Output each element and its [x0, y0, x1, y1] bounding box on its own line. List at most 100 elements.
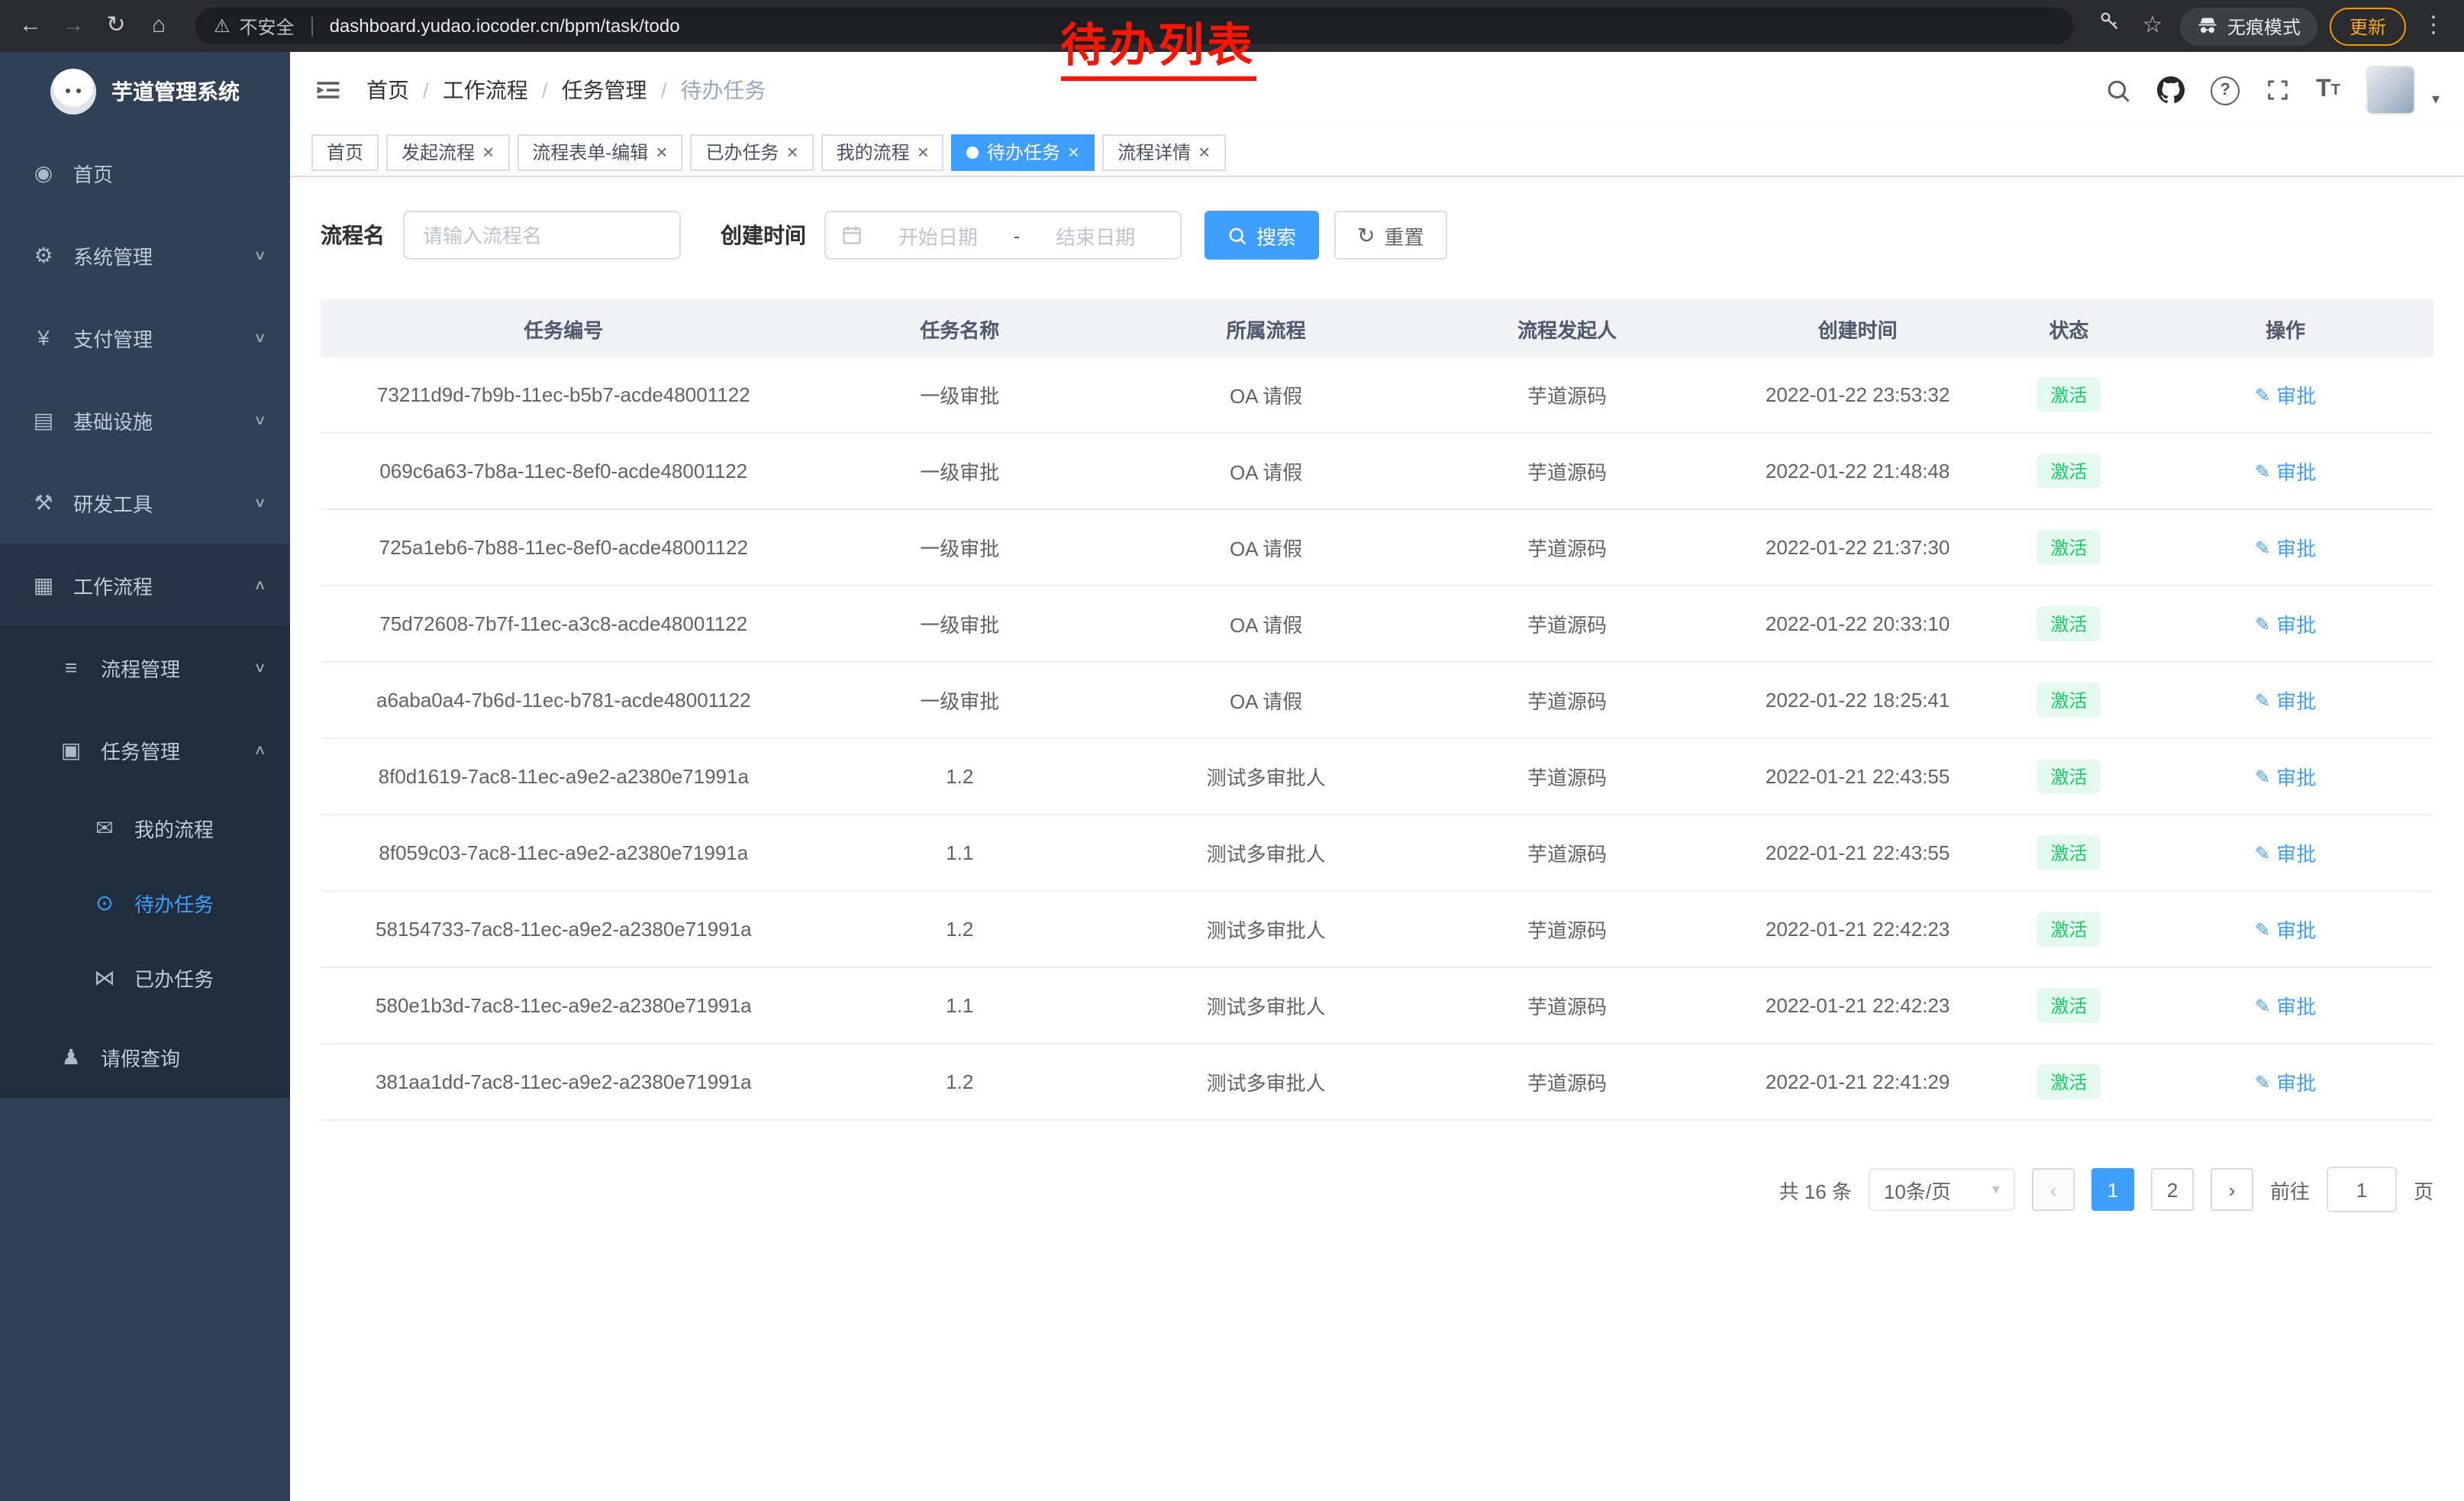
approve-link[interactable]: ✎ 审批: [2255, 915, 2316, 944]
action-cell: ✎ 审批: [2137, 891, 2433, 967]
status-badge: 激活: [2037, 1064, 2101, 1099]
action-cell: ✎ 审批: [2137, 1044, 2433, 1120]
page-2-button[interactable]: 2: [2151, 1168, 2194, 1211]
incognito-label: 无痕模式: [2227, 13, 2301, 39]
sidebar-item-workflow[interactable]: ▦ 工作流程 ∧: [0, 544, 290, 626]
close-icon[interactable]: ×: [786, 142, 798, 162]
close-icon[interactable]: ×: [918, 142, 929, 162]
page-1-button[interactable]: 1: [2091, 1168, 2134, 1211]
status-badge: 激活: [2037, 988, 2101, 1023]
end-date-placeholder[interactable]: 结束日期: [1026, 221, 1165, 250]
approve-link[interactable]: ✎ 审批: [2255, 380, 2316, 409]
sidebar-item-system-management[interactable]: ⚙ 系统管理 ∨: [0, 214, 290, 296]
divider: [311, 16, 313, 36]
approve-link[interactable]: ✎ 审批: [2255, 1067, 2316, 1096]
incognito-badge: 无痕模式: [2180, 7, 2317, 45]
close-icon[interactable]: ×: [1068, 142, 1079, 162]
sidebar-item-done-tasks[interactable]: ⋈ 已办任务: [0, 941, 290, 1015]
approve-link[interactable]: ✎ 审批: [2255, 457, 2316, 486]
status-badge: 激活: [2037, 454, 2101, 489]
process-cell: 测试多审批人: [1113, 815, 1419, 891]
key-icon[interactable]: [2095, 0, 2125, 52]
tab-start-process[interactable]: 发起流程 ×: [386, 134, 509, 170]
menu-dots-icon[interactable]: ⋮: [2418, 0, 2449, 52]
active-dot: [967, 146, 979, 158]
workflow-submenu: ≡ 流程管理 ∨ ▣ 任务管理 ∧ ✉ 我的流程 ⊙ 待办任务: [0, 626, 290, 1098]
github-icon[interactable]: [2157, 76, 2185, 104]
app-logo[interactable]: 芋道管理系统: [0, 52, 290, 131]
tab-home[interactable]: 首页: [311, 134, 379, 170]
caret-down-icon[interactable]: ▾: [2432, 92, 2440, 115]
task-id-cell: 8f0d1619-7ac8-11ec-a9e2-a2380e71991a: [321, 738, 807, 815]
reset-button[interactable]: ↻ 重置: [1334, 211, 1447, 260]
status-badge: 激活: [2037, 759, 2101, 794]
edit-icon: ✎: [2255, 1071, 2270, 1093]
date-range-picker[interactable]: 开始日期 - 结束日期: [824, 211, 1182, 260]
status-cell: 激活: [2000, 738, 2137, 815]
close-icon[interactable]: ×: [1198, 142, 1210, 162]
tab-done-tasks[interactable]: 已办任务 ×: [690, 134, 813, 170]
task-name-cell: 1.2: [807, 738, 1113, 815]
forward-icon[interactable]: →: [58, 0, 89, 52]
fullscreen-icon[interactable]: [2266, 78, 2290, 102]
annotation-overlay: 待办列表: [1060, 8, 1256, 81]
warning-icon: ⚠: [214, 15, 231, 37]
sidebar-item-home[interactable]: ◉ 首页: [0, 131, 290, 214]
help-icon[interactable]: ?: [2211, 76, 2240, 105]
next-page-button[interactable]: ›: [2211, 1168, 2253, 1211]
sidebar-item-process-management[interactable]: ≡ 流程管理 ∨: [0, 626, 290, 709]
incognito-icon: [2197, 15, 2218, 37]
search-icon[interactable]: [2105, 77, 2131, 103]
edit-icon: ✎: [2255, 689, 2270, 711]
close-icon[interactable]: ×: [482, 142, 494, 162]
back-icon[interactable]: ←: [15, 0, 46, 52]
breadcrumb-separator: /: [423, 78, 429, 102]
status-badge: 激活: [2037, 912, 2101, 947]
sidebar-item-payment-management[interactable]: ¥ 支付管理 ∨: [0, 296, 290, 379]
task-id-cell: 73211d9d-7b9b-11ec-b5b7-acde48001122: [321, 357, 807, 433]
prev-page-button[interactable]: ‹: [2032, 1168, 2075, 1211]
approve-link[interactable]: ✎ 审批: [2255, 609, 2316, 638]
sidebar-item-infrastructure[interactable]: ▤ 基础设施 ∨: [0, 379, 290, 461]
logo-avatar: [50, 69, 96, 115]
process-name-input[interactable]: [403, 211, 681, 260]
home-icon[interactable]: ⌂: [144, 0, 174, 52]
sidebar-item-todo-tasks[interactable]: ⊙ 待办任务: [0, 866, 290, 941]
breadcrumb-task-management[interactable]: 任务管理: [562, 75, 647, 105]
goto-page-input[interactable]: [2327, 1167, 2397, 1212]
approve-link[interactable]: ✎ 审批: [2255, 991, 2316, 1020]
star-icon[interactable]: ☆: [2137, 0, 2168, 52]
initiator-cell: 芋道源码: [1419, 433, 1715, 509]
approve-link[interactable]: ✎ 审批: [2255, 686, 2316, 715]
sidebar-item-dev-tools[interactable]: ⚒ 研发工具 ∨: [0, 461, 290, 544]
search-button[interactable]: 搜索: [1205, 211, 1319, 260]
font-size-icon[interactable]: TT: [2316, 76, 2340, 104]
sidebar-item-task-management[interactable]: ▣ 任务管理 ∧: [0, 709, 290, 791]
tab-my-processes[interactable]: 我的流程 ×: [821, 134, 944, 170]
breadcrumb-home[interactable]: 首页: [366, 75, 409, 105]
reload-icon[interactable]: ↻: [101, 0, 131, 52]
task-id-cell: 58154733-7ac8-11ec-a9e2-a2380e71991a: [321, 891, 807, 967]
approve-link[interactable]: ✎ 审批: [2255, 762, 2316, 791]
edit-icon: ✎: [2255, 918, 2270, 940]
task-name-cell: 一级审批: [807, 509, 1113, 586]
approve-link[interactable]: ✎ 审批: [2255, 533, 2316, 562]
sidebar-item-my-processes[interactable]: ✉ 我的流程: [0, 791, 290, 866]
tab-process-detail[interactable]: 流程详情 ×: [1102, 134, 1225, 170]
page-size-select[interactable]: 10条/页 ▾: [1869, 1168, 2015, 1211]
approve-link[interactable]: ✎ 审批: [2255, 838, 2316, 867]
breadcrumb-workflow[interactable]: 工作流程: [443, 75, 528, 105]
task-name-cell: 一级审批: [807, 662, 1113, 738]
column-header-actions: 操作: [2137, 299, 2433, 357]
start-date-placeholder[interactable]: 开始日期: [869, 221, 1008, 250]
sidebar-item-leave-query[interactable]: ♟ 请假查询: [0, 1015, 290, 1098]
status-badge: 激活: [2037, 835, 2101, 870]
tab-process-form-edit[interactable]: 流程表单-编辑 ×: [517, 134, 682, 170]
chevron-up-icon: ∧: [254, 576, 267, 593]
task-icon: ▣: [58, 737, 84, 763]
sidebar-toggle-icon[interactable]: [314, 76, 342, 104]
user-avatar[interactable]: [2366, 66, 2415, 115]
tab-todo-tasks[interactable]: 待办任务 ×: [952, 134, 1095, 170]
update-button[interactable]: 更新: [2330, 7, 2406, 45]
close-icon[interactable]: ×: [656, 142, 667, 162]
